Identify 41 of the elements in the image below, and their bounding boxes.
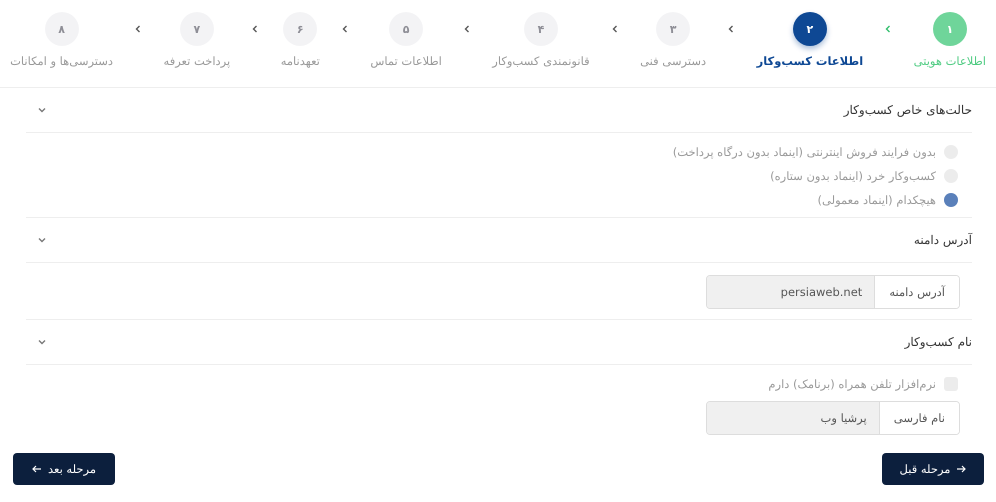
chevron-icon — [610, 25, 619, 33]
step-number[interactable]: ۳ — [656, 12, 690, 46]
option-label: بدون فرایند فروش اینترنتی (اینماد بدون درگاه پرداخت) — [672, 145, 936, 159]
chevron-glyph-icon — [38, 106, 46, 114]
section-title: حالت‌های خاص کسب‌وکار — [844, 103, 972, 117]
option-label: هیچکدام (اینماد معمولی) — [818, 193, 936, 207]
step-number[interactable]: ۲ — [792, 12, 827, 46]
chevron-icon — [134, 25, 142, 33]
next-step-button[interactable]: مرحله بعد — [13, 453, 115, 485]
chevron-icon — [727, 25, 736, 33]
chevron-icon[interactable] — [38, 338, 46, 346]
step-label: پرداخت تعرفه — [164, 54, 230, 68]
checkbox-label: نرم‌افزار تلفن همراه (برنامک) دارم — [768, 377, 936, 391]
chevron-icon — [884, 25, 892, 33]
radio-button[interactable] — [944, 193, 958, 207]
step-number[interactable]: ۸ — [44, 12, 79, 46]
arrow-left-icon — [32, 465, 42, 473]
step-label: تعهدنامه — [280, 54, 320, 68]
step-label: دسترسی فنی — [640, 54, 706, 68]
chevron-glyph-icon — [38, 338, 46, 346]
step-number[interactable]: ۷ — [180, 12, 214, 46]
chevron-icon — [341, 25, 350, 33]
step-label: قانونمندی کسب‌وکار — [492, 54, 590, 68]
step-number[interactable]: ۶ — [283, 12, 318, 46]
step-label: اطلاعات هویتی — [914, 54, 986, 68]
chevron-icon[interactable] — [38, 236, 46, 244]
chevron-icon — [251, 25, 260, 33]
step-number[interactable]: ۱ — [932, 12, 967, 46]
step-label: اطلاعات کسب‌وکار — [756, 54, 864, 68]
chevron-icon[interactable] — [38, 106, 46, 114]
step-label: دسترسی‌ها و امکانات — [10, 54, 114, 68]
section-title: آدرس دامنه — [914, 233, 972, 247]
option-label: کسب‌وکار خرد (اینماد بدون ستاره) — [770, 169, 936, 183]
chevron-glyph-icon — [38, 236, 46, 244]
arrow-right-icon — [956, 465, 966, 473]
step-number[interactable]: ۴ — [524, 12, 558, 46]
section-title: نام کسب‌وکار — [904, 335, 972, 349]
step-label: اطلاعات تماس — [370, 54, 442, 68]
chevron-icon — [463, 25, 472, 33]
previous-step-button[interactable]: مرحله قبل — [882, 453, 984, 485]
step-number[interactable]: ۵ — [389, 12, 424, 46]
